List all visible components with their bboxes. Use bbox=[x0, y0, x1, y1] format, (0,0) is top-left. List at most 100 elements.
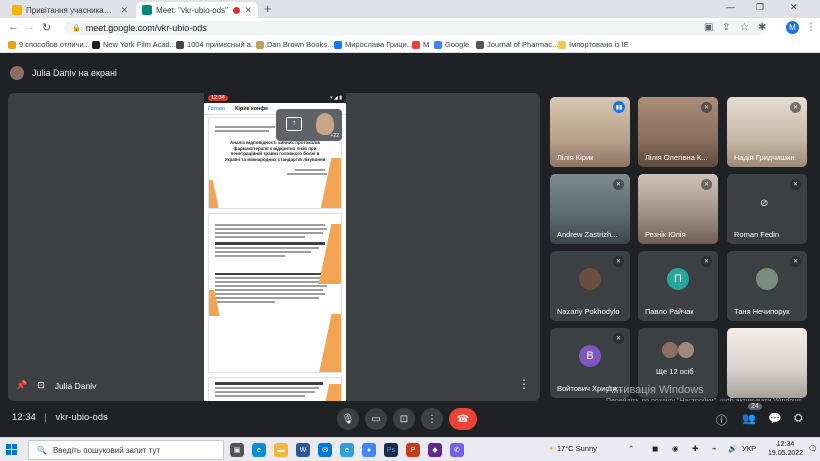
network-icon[interactable]: ⌁ bbox=[712, 444, 717, 453]
bookmark-item[interactable]: New York Film Acad... bbox=[92, 40, 176, 49]
bookmark-star-icon[interactable]: ☆ bbox=[740, 22, 749, 33]
close-icon[interactable]: ✕ bbox=[120, 5, 128, 16]
tray-app-icon[interactable]: ✚ bbox=[692, 444, 698, 453]
chrome-icon[interactable]: ● bbox=[362, 443, 376, 457]
slide-text-line bbox=[215, 285, 327, 287]
mail-icon[interactable]: ✉ bbox=[318, 443, 332, 457]
participant-tile[interactable]: ✕ Andrew Zastrizh... bbox=[550, 174, 630, 244]
avatar bbox=[662, 342, 678, 358]
camera-permission-icon[interactable]: ▣ bbox=[704, 22, 713, 33]
microphone-button[interactable]: 🎙 bbox=[337, 408, 359, 430]
back-icon[interactable]: ← bbox=[8, 21, 19, 33]
present-button[interactable]: ⊡ bbox=[393, 408, 415, 430]
word-icon[interactable]: W bbox=[296, 443, 310, 457]
meeting-details-icon[interactable]: ⓘ bbox=[716, 412, 727, 428]
onedrive-icon[interactable]: ◆ bbox=[428, 443, 442, 457]
participant-tile[interactable]: ▮▮ Лілія Кірик bbox=[550, 97, 630, 167]
meeting-controls-bar: 12:34 | vkr-ubio-ods 🎙 ▭ ⊡ ⋮ ☎ ⓘ 👥 24 💬 … bbox=[0, 401, 820, 437]
leave-call-button[interactable]: ☎ bbox=[449, 408, 477, 430]
profile-avatar[interactable]: M bbox=[786, 21, 799, 34]
meeting-info: 12:34 | vkr-ubio-ods bbox=[12, 412, 108, 423]
more-options-button[interactable]: ⋮ bbox=[421, 408, 443, 430]
camera-button[interactable]: ▭ bbox=[365, 408, 387, 430]
avatar: В bbox=[579, 345, 601, 367]
bookmark-favicon-icon bbox=[176, 40, 184, 49]
bookmark-item[interactable]: Dan Brown Books... bbox=[256, 40, 333, 49]
participant-tile[interactable]: ✕ Таня Нечипорук bbox=[727, 251, 807, 321]
participant-tile[interactable]: ✕ Резнік Юлія bbox=[638, 174, 718, 244]
present-screen-icon: ⊡ bbox=[399, 413, 409, 425]
file-explorer-icon[interactable]: ▬ bbox=[274, 443, 288, 457]
volume-icon[interactable]: 🔊 bbox=[728, 444, 737, 453]
recording-indicator-icon bbox=[233, 6, 241, 14]
taskbar-clock[interactable]: 12:34 19.05.2022 bbox=[768, 440, 803, 459]
mic-off-icon: ✕ bbox=[790, 179, 801, 190]
more-options-icon[interactable]: ⋮ bbox=[518, 377, 530, 391]
reload-icon[interactable]: ↻ bbox=[42, 21, 51, 34]
self-view-pip[interactable]: ↑ +22 bbox=[276, 109, 342, 141]
language-indicator[interactable]: УКР bbox=[742, 444, 756, 453]
participant-tile[interactable]: ⊘ ✕ Roman Fedin bbox=[727, 174, 807, 244]
participant-tile[interactable]: П ✕ Павло Райчак bbox=[638, 251, 718, 321]
bookmark-label: Google bbox=[445, 40, 470, 49]
notifications-icon[interactable]: 🗨 bbox=[808, 444, 818, 453]
tray-app-icon[interactable]: ◉ bbox=[672, 444, 679, 453]
activities-icon[interactable]: ⛭ bbox=[794, 412, 803, 425]
sun-icon: ☀ bbox=[548, 444, 555, 453]
search-icon: 🔍 bbox=[37, 445, 47, 455]
people-icon[interactable]: 👥 bbox=[742, 412, 756, 425]
bookmark-item[interactable]: M bbox=[412, 40, 429, 49]
close-window-icon[interactable]: ✕ bbox=[790, 2, 798, 13]
bookmark-item[interactable]: Google bbox=[434, 40, 469, 49]
gmail-icon bbox=[412, 40, 420, 49]
chat-icon[interactable]: 💬 bbox=[768, 412, 782, 425]
slide-text-line bbox=[215, 130, 269, 132]
bookmark-item[interactable]: Journal of Pharmac... bbox=[476, 40, 558, 49]
shared-document: 12:34 ▾ ◢ ▮ Готово Кірик конфе Аналіз ві… bbox=[204, 93, 346, 401]
share-icon[interactable]: ⇪ bbox=[722, 22, 730, 33]
slide-decoration bbox=[318, 314, 341, 372]
browser-tab-active[interactable]: Meet: "vkr-ubio-ods" ✕ bbox=[136, 2, 258, 18]
participant-tile[interactable] bbox=[727, 328, 807, 398]
participant-tile[interactable]: ✕ Nazariy Pokhodylo bbox=[550, 251, 630, 321]
slide-decoration bbox=[209, 180, 222, 208]
address-bar[interactable]: 🔒 meet.google.com/vkr-ubio-ods bbox=[64, 21, 764, 35]
edge-icon[interactable]: e bbox=[340, 443, 354, 457]
task-view-icon[interactable]: ▣ bbox=[230, 443, 244, 457]
meet-header: Julia Daniv на екрані bbox=[0, 53, 820, 93]
slide-text-line bbox=[215, 386, 319, 389]
bookmark-item[interactable]: 9 способов отличи... bbox=[8, 40, 90, 49]
browser-tab[interactable]: Привітання учасникам студент ✕ bbox=[6, 2, 134, 18]
bookmark-favicon-icon bbox=[256, 40, 264, 49]
edge-icon[interactable]: e bbox=[252, 443, 266, 457]
taskbar-search-input[interactable]: 🔍 Введіть пошуковий запит тут bbox=[28, 440, 224, 460]
menu-kebab-icon[interactable]: ⋮ bbox=[806, 22, 816, 33]
main-stage[interactable]: 12:34 ▾ ◢ ▮ Готово Кірик конфе Аналіз ві… bbox=[8, 93, 540, 401]
meeting-time: 12:34 bbox=[12, 412, 36, 423]
close-icon[interactable]: ✕ bbox=[244, 5, 252, 16]
minimize-icon[interactable]: — bbox=[726, 2, 735, 12]
bookmark-folder[interactable]: Імпортовано із IE bbox=[558, 40, 629, 49]
slide-text-line bbox=[215, 289, 323, 291]
participant-tile[interactable]: ✕ Надія Гридчишин bbox=[727, 97, 807, 167]
weather-widget[interactable]: ☀ 17°C Sunny bbox=[548, 444, 597, 453]
bookmark-label: Journal of Pharmac... bbox=[487, 40, 559, 49]
presenter-name: Julia Daniv bbox=[54, 380, 97, 391]
participant-tile[interactable]: В ✕ Войтович Христи... bbox=[550, 328, 630, 398]
bookmark-item[interactable]: 1004 примєсный а... bbox=[176, 40, 257, 49]
participant-tile[interactable]: ✕ Лілія Олегівна К... bbox=[638, 97, 718, 167]
photoshop-icon[interactable]: Ps bbox=[384, 443, 398, 457]
more-participants-tile[interactable]: Ще 12 осіб bbox=[638, 328, 718, 398]
tray-chevron-icon[interactable]: ⌃ bbox=[628, 444, 634, 453]
slide-text-line bbox=[215, 246, 319, 249]
tray-app-icon[interactable]: ◼ bbox=[652, 444, 658, 453]
extensions-icon[interactable]: ✱ bbox=[758, 22, 766, 33]
maximize-icon[interactable]: ❐ bbox=[756, 2, 764, 13]
powerpoint-icon[interactable]: P bbox=[406, 443, 420, 457]
forward-icon[interactable]: → bbox=[24, 21, 35, 33]
pin-icon[interactable]: 📌 bbox=[16, 380, 27, 391]
new-tab-button[interactable]: + bbox=[264, 1, 272, 16]
windows-start-icon[interactable] bbox=[6, 444, 18, 456]
bookmark-item[interactable]: Мирослава Грици... bbox=[334, 40, 413, 49]
viber-icon[interactable]: ✆ bbox=[450, 443, 464, 457]
